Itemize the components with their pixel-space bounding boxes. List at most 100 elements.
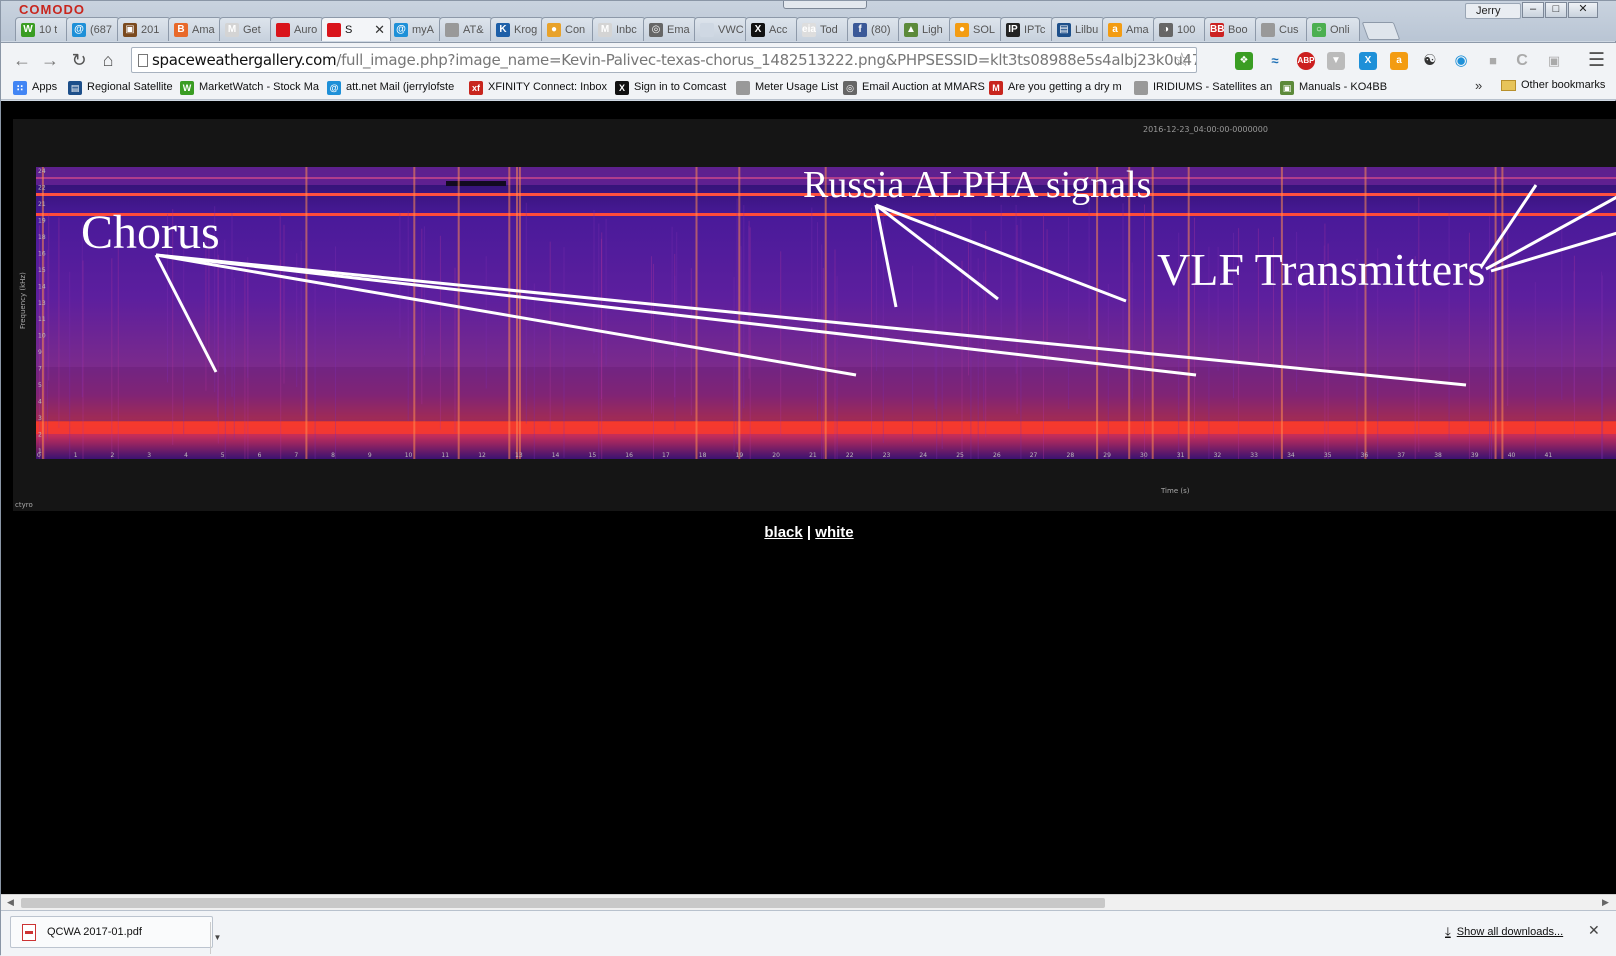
- tab-3[interactable]: B Ama: [168, 17, 222, 41]
- tab-label: Ema: [667, 23, 690, 36]
- tab-label: Lilbu: [1075, 23, 1099, 36]
- spectrogram-streak: [335, 246, 336, 459]
- tab-close-icon[interactable]: ✕: [374, 22, 385, 38]
- bookmarks-bar: ∷ Apps ▤ Regional Satellite W MarketWatch - S…: [1, 75, 1616, 100]
- tab-label: 201: [141, 23, 160, 36]
- extension-lock-icon[interactable]: ■: [1484, 52, 1502, 70]
- bookmark-item[interactable]: ▣ Manuals - KO4BB: [1280, 79, 1387, 96]
- tab-14[interactable]: X Acc: [745, 17, 799, 41]
- tab-18[interactable]: ● SOL: [949, 17, 1003, 41]
- tab-1[interactable]: @ (687: [66, 17, 120, 41]
- home-button[interactable]: ⌂: [97, 49, 119, 71]
- tab-2[interactable]: ▣ 201: [117, 17, 171, 41]
- tab-strip: W 10 t @ (687 ▣ 201 B Ama M Get Auro S ✕ @ myA AT& K Krog…: [15, 17, 1401, 42]
- close-window-button[interactable]: ✕: [1568, 2, 1598, 18]
- minimize-button[interactable]: –: [1522, 2, 1544, 18]
- spectrogram-streak: [1043, 214, 1044, 459]
- scrollbar-thumb[interactable]: [21, 898, 1105, 908]
- tab-9[interactable]: K Krog: [490, 17, 544, 41]
- tab-label: (80): [871, 23, 891, 36]
- bookmark-item[interactable]: ▤ Regional Satellite: [68, 79, 173, 96]
- profile-button[interactable]: Jerry: [1465, 3, 1521, 19]
- tab-12[interactable]: ◎ Ema: [643, 17, 697, 41]
- tab-25[interactable]: ○ Onli: [1306, 17, 1360, 41]
- tab-24[interactable]: Cus: [1255, 17, 1309, 41]
- bookmarks-overflow-icon[interactable]: »: [1475, 78, 1482, 93]
- tab-5[interactable]: Auro: [270, 17, 324, 41]
- tab-label: Get: [243, 23, 261, 36]
- new-tab-button[interactable]: [1361, 22, 1401, 40]
- y-tick-label: 7: [38, 366, 42, 373]
- spectrogram-image[interactable]: 2016-12-23_04:00:00-0000000 Frequency (k…: [13, 119, 1616, 511]
- close-shelf-icon[interactable]: ✕: [1588, 922, 1600, 939]
- bookmark-item[interactable]: ∷ Apps: [13, 79, 57, 96]
- amazon-icon[interactable]: a: [1390, 52, 1408, 70]
- tab-13[interactable]: VWC: [694, 17, 748, 41]
- tab-10[interactable]: ● Con: [541, 17, 595, 41]
- tab-15[interactable]: eia Tod: [796, 17, 850, 41]
- adblock-icon[interactable]: ABP: [1297, 52, 1315, 70]
- title-grip[interactable]: [783, 1, 867, 9]
- tab-7[interactable]: @ myA: [388, 17, 442, 41]
- tab-23[interactable]: BB Boo: [1204, 17, 1258, 41]
- spectrogram-streak: [1088, 198, 1090, 340]
- spectrogram-streak: [1534, 282, 1536, 459]
- bookmark-item[interactable]: IRIDIUMS - Satellites an: [1134, 79, 1272, 96]
- extension-gray-icon[interactable]: ▼: [1327, 52, 1345, 70]
- x-tick-label: 17: [662, 452, 670, 459]
- download-item[interactable]: QCWA 2017-01.pdf ▼: [10, 916, 221, 954]
- menu-icon[interactable]: ☰: [1588, 49, 1605, 72]
- tab-0[interactable]: W 10 t: [15, 17, 69, 41]
- tab-20[interactable]: ▤ Lilbu: [1051, 17, 1105, 41]
- maximize-button[interactable]: □: [1545, 2, 1567, 18]
- bookmark-item[interactable]: xf XFINITY Connect: Inbox: [469, 79, 607, 96]
- tab-4[interactable]: M Get: [219, 17, 273, 41]
- show-all-downloads-link[interactable]: ⤓ Show all downloads...: [1445, 924, 1563, 940]
- black-link[interactable]: black: [764, 524, 802, 541]
- tab-6[interactable]: S ✕: [321, 17, 391, 41]
- extension-c-icon[interactable]: C: [1513, 52, 1531, 70]
- url-host: spaceweathergallery.com: [152, 51, 337, 69]
- spectrogram-streak: [941, 228, 943, 449]
- bookmark-item[interactable]: @ att.net Mail (jerrylofste: [327, 79, 454, 96]
- bookmark-item[interactable]: X Sign in to Comcast: [615, 79, 726, 96]
- tab-22[interactable]: ◑ 100: [1153, 17, 1207, 41]
- spectrogram-streak: [516, 167, 518, 459]
- tab-favicon-icon: ◎: [649, 22, 663, 37]
- download-menu-chevron-icon[interactable]: ▼: [210, 922, 224, 954]
- extension-face-icon[interactable]: ☯: [1421, 52, 1439, 70]
- bookmark-item[interactable]: W MarketWatch - Stock Ma: [180, 79, 319, 96]
- extension-gray2-icon[interactable]: ▣: [1545, 52, 1563, 70]
- bookmark-item[interactable]: Meter Usage List: [736, 79, 838, 96]
- page-icon: [138, 54, 148, 67]
- bookmark-item[interactable]: ◎ Email Auction at MMARS: [843, 79, 985, 96]
- address-bar[interactable]: spaceweathergallery.com/full_image.php?i…: [131, 47, 1197, 73]
- forward-button[interactable]: →: [39, 49, 61, 71]
- scroll-left-icon[interactable]: ◀: [7, 897, 14, 908]
- bookmark-label: Regional Satellite: [87, 81, 173, 93]
- other-bookmarks[interactable]: Other bookmarks: [1501, 79, 1605, 91]
- tab-21[interactable]: a Ama: [1102, 17, 1156, 41]
- spectrogram-streak: [283, 224, 285, 384]
- spectrogram-streak: [1015, 204, 1017, 374]
- tab-11[interactable]: M Inbc: [592, 17, 646, 41]
- toolbar: ← → ↻ ⌂ spaceweathergallery.com/full_ima…: [1, 42, 1616, 75]
- bookmark-label: att.net Mail (jerrylofste: [346, 81, 455, 93]
- tab-17[interactable]: ▲ Ligh: [898, 17, 952, 41]
- tab-19[interactable]: IP IPTc: [1000, 17, 1054, 41]
- extension-drop-icon[interactable]: ◉: [1452, 52, 1470, 70]
- extension-wave-icon[interactable]: ≈: [1266, 52, 1284, 70]
- extension-puzzle-icon[interactable]: ❖: [1235, 52, 1253, 70]
- white-link[interactable]: white: [815, 524, 853, 541]
- bookmark-item[interactable]: M Are you getting a dry m: [989, 79, 1122, 96]
- tab-label: 10 t: [39, 23, 58, 36]
- tab-16[interactable]: f (80): [847, 17, 901, 41]
- tab-8[interactable]: AT&: [439, 17, 493, 41]
- back-button[interactable]: ←: [11, 49, 33, 71]
- extension-x-icon[interactable]: X: [1359, 52, 1377, 70]
- horizontal-scrollbar[interactable]: ◀ ▶: [1, 894, 1616, 910]
- scroll-right-icon[interactable]: ▶: [1602, 897, 1609, 908]
- spectrogram-streak: [1494, 167, 1497, 459]
- bookmark-star-icon[interactable]: ☆: [1173, 48, 1190, 72]
- reload-button[interactable]: ↻: [68, 49, 90, 71]
